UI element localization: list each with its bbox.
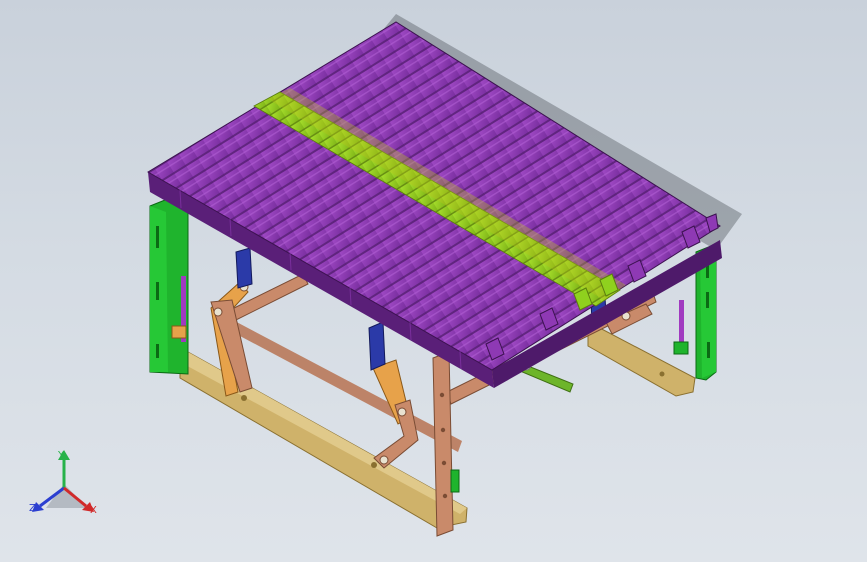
post-hole xyxy=(440,427,446,433)
bracket-slot xyxy=(156,344,159,358)
mount-block xyxy=(235,247,253,289)
base-hole xyxy=(371,462,377,468)
base-rail-right xyxy=(587,325,696,397)
triad-z-label: Z xyxy=(29,503,36,514)
mount-block xyxy=(368,321,386,371)
front-post xyxy=(432,351,454,537)
post-hole xyxy=(442,493,448,499)
guide-nut xyxy=(171,325,187,339)
post-hole xyxy=(441,460,447,466)
bracket-slot xyxy=(707,342,710,358)
bracket-slot xyxy=(156,226,159,248)
clamp-green xyxy=(450,469,460,493)
triad-y-label: Y xyxy=(58,450,65,461)
guide-nut xyxy=(673,341,689,355)
base-hole xyxy=(241,395,247,401)
3d-model-lift-table[interactable] xyxy=(0,0,867,562)
pivot xyxy=(379,455,389,465)
bracket-slot xyxy=(706,292,709,308)
post-hole xyxy=(439,392,445,398)
bracket-slot xyxy=(156,282,159,300)
pivot xyxy=(213,307,223,317)
base-hole xyxy=(659,371,665,377)
graphics-viewport[interactable]: Y Z X xyxy=(0,0,867,562)
pivot xyxy=(397,407,407,417)
triad-x-label: X xyxy=(90,505,97,516)
